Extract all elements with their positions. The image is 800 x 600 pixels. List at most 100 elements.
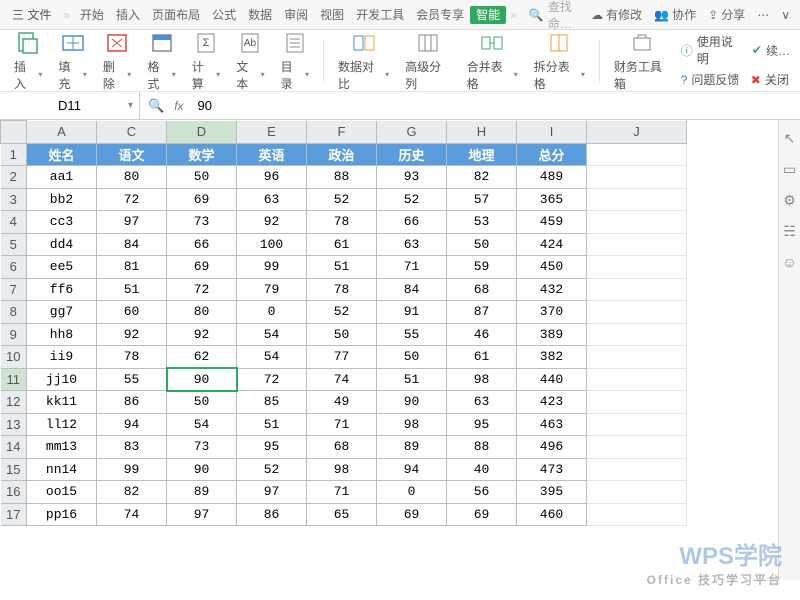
cell[interactable]: 90 xyxy=(377,391,447,414)
cell[interactable]: 50 xyxy=(307,323,377,346)
ribbon-插入[interactable]: 插入▾ xyxy=(6,28,50,94)
continue-link[interactable]: 续… xyxy=(766,42,790,59)
cell[interactable] xyxy=(587,458,687,481)
cell[interactable]: 56 xyxy=(447,481,517,504)
cell[interactable]: 82 xyxy=(97,481,167,504)
row-header[interactable]: 13 xyxy=(1,413,27,436)
cell[interactable]: dd4 xyxy=(27,233,97,256)
cell[interactable]: 72 xyxy=(167,278,237,301)
menu-tab[interactable]: 视图 xyxy=(314,8,350,22)
cell[interactable]: 99 xyxy=(97,458,167,481)
row-header[interactable]: 1 xyxy=(1,143,27,166)
cell[interactable]: 55 xyxy=(377,323,447,346)
cell[interactable]: 86 xyxy=(237,503,307,526)
cell[interactable]: 96 xyxy=(237,166,307,189)
name-box[interactable]: ▾ xyxy=(0,92,140,119)
more-icon[interactable]: ⋯ xyxy=(757,8,769,22)
cell[interactable]: 80 xyxy=(97,166,167,189)
cell[interactable]: 60 xyxy=(97,301,167,324)
cell[interactable] xyxy=(587,278,687,301)
cell[interactable]: ee5 xyxy=(27,256,97,279)
cell[interactable]: 69 xyxy=(377,503,447,526)
cell[interactable]: 49 xyxy=(307,391,377,414)
ribbon-计算[interactable]: Σ计算▾ xyxy=(184,28,228,94)
cell[interactable]: aa1 xyxy=(27,166,97,189)
cell[interactable]: 63 xyxy=(377,233,447,256)
cell[interactable]: 92 xyxy=(237,211,307,234)
row-header[interactable]: 9 xyxy=(1,323,27,346)
cell[interactable]: 88 xyxy=(307,166,377,189)
cell[interactable]: 90 xyxy=(167,458,237,481)
table-header-cell[interactable]: 总分 xyxy=(517,143,587,166)
file-menu[interactable]: 三 文件 xyxy=(4,6,59,23)
row-header[interactable]: 12 xyxy=(1,391,27,414)
cell[interactable]: 40 xyxy=(447,458,517,481)
column-header[interactable]: J xyxy=(587,121,687,144)
menu-tab[interactable]: 插入 xyxy=(110,8,146,22)
row-header[interactable]: 8 xyxy=(1,301,27,324)
table-header-cell[interactable]: 历史 xyxy=(377,143,447,166)
cell[interactable] xyxy=(587,413,687,436)
name-box-input[interactable] xyxy=(30,98,110,113)
ribbon-拆分表格[interactable]: 拆分表格▾ xyxy=(526,28,593,94)
cell[interactable]: 450 xyxy=(517,256,587,279)
cell[interactable]: 52 xyxy=(377,188,447,211)
cell[interactable]: 51 xyxy=(97,278,167,301)
cell[interactable] xyxy=(587,323,687,346)
cell[interactable]: 84 xyxy=(377,278,447,301)
cell[interactable]: 365 xyxy=(517,188,587,211)
cell[interactable]: 51 xyxy=(237,413,307,436)
row-header[interactable]: 4 xyxy=(1,211,27,234)
cell[interactable] xyxy=(587,256,687,279)
row-header[interactable]: 6 xyxy=(1,256,27,279)
cell[interactable]: 61 xyxy=(447,346,517,369)
cell[interactable] xyxy=(587,391,687,414)
assist-icon[interactable]: ☺ xyxy=(782,254,796,270)
cell[interactable]: 78 xyxy=(307,278,377,301)
cell[interactable]: 72 xyxy=(97,188,167,211)
ribbon-填充[interactable]: 填充▾ xyxy=(50,28,94,94)
cell[interactable]: 89 xyxy=(377,436,447,459)
select-icon[interactable]: ▭ xyxy=(783,161,796,178)
table-header-cell[interactable]: 语文 xyxy=(97,143,167,166)
cell[interactable] xyxy=(587,503,687,526)
cell[interactable] xyxy=(587,143,687,166)
cell[interactable]: 68 xyxy=(447,278,517,301)
search-icon[interactable]: 🔍 xyxy=(529,8,544,22)
feedback-link[interactable]: 问题反馈 xyxy=(691,71,739,88)
cell[interactable] xyxy=(587,301,687,324)
cell[interactable]: 395 xyxy=(517,481,587,504)
cell[interactable]: 65 xyxy=(307,503,377,526)
cell[interactable]: 85 xyxy=(237,391,307,414)
cell[interactable]: 63 xyxy=(237,188,307,211)
cell[interactable]: 50 xyxy=(167,391,237,414)
cell[interactable]: 463 xyxy=(517,413,587,436)
table-header-cell[interactable]: 数学 xyxy=(167,143,237,166)
cell[interactable]: ii9 xyxy=(27,346,97,369)
property-icon[interactable]: ☵ xyxy=(783,223,796,240)
cell[interactable]: 389 xyxy=(517,323,587,346)
cell[interactable] xyxy=(587,166,687,189)
cell[interactable] xyxy=(587,233,687,256)
cell[interactable] xyxy=(587,436,687,459)
cell[interactable]: 79 xyxy=(237,278,307,301)
cell[interactable]: 90 xyxy=(167,368,237,391)
cell[interactable]: 63 xyxy=(447,391,517,414)
row-header[interactable]: 11 xyxy=(1,368,27,391)
cell[interactable]: 97 xyxy=(97,211,167,234)
column-header[interactable]: I xyxy=(517,121,587,144)
row-header[interactable]: 3 xyxy=(1,188,27,211)
cell[interactable]: 51 xyxy=(307,256,377,279)
cell[interactable]: 71 xyxy=(377,256,447,279)
column-header[interactable]: F xyxy=(307,121,377,144)
row-header[interactable]: 15 xyxy=(1,458,27,481)
cell[interactable]: 382 xyxy=(517,346,587,369)
cell[interactable]: 82 xyxy=(447,166,517,189)
ribbon-删除[interactable]: 删除▾ xyxy=(95,28,139,94)
cell[interactable]: 66 xyxy=(167,233,237,256)
cell[interactable]: 54 xyxy=(167,413,237,436)
column-header[interactable]: D xyxy=(167,121,237,144)
cell[interactable]: 74 xyxy=(307,368,377,391)
cell[interactable]: 98 xyxy=(377,413,447,436)
fx-search-icon[interactable]: 🔍 xyxy=(148,98,164,114)
